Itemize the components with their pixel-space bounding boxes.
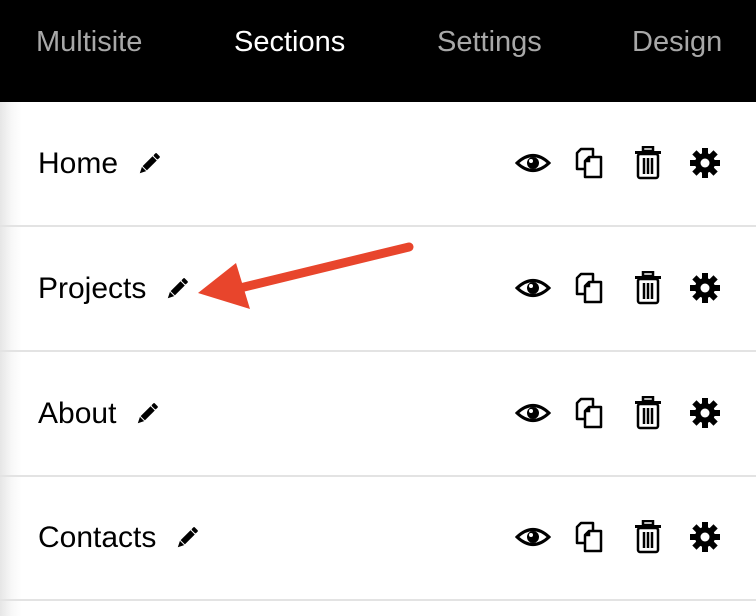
pencil-icon[interactable] xyxy=(135,150,163,178)
trash-icon[interactable] xyxy=(630,146,666,180)
section-title-wrap: Projects xyxy=(38,269,191,309)
gear-icon[interactable] xyxy=(687,396,723,430)
eye-icon[interactable] xyxy=(515,146,551,180)
section-name: Projects xyxy=(38,272,147,305)
section-title-wrap: Contacts xyxy=(38,518,201,558)
pencil-icon[interactable] xyxy=(133,400,161,428)
section-name: Home xyxy=(38,147,119,180)
section-name: Contacts xyxy=(38,521,157,554)
copy-icon[interactable] xyxy=(573,520,609,554)
copy-icon[interactable] xyxy=(573,271,609,305)
pencil-icon[interactable] xyxy=(173,524,201,552)
trash-icon[interactable] xyxy=(630,271,666,305)
tab-design[interactable]: Design xyxy=(632,22,722,62)
eye-icon[interactable] xyxy=(515,271,551,305)
section-title-wrap: Home xyxy=(38,144,163,184)
copy-icon[interactable] xyxy=(573,396,609,430)
section-title-wrap: About xyxy=(38,394,161,434)
copy-icon[interactable] xyxy=(573,146,609,180)
sections-list: Home Projects About Contacts xyxy=(0,102,756,616)
pencil-icon[interactable] xyxy=(163,275,191,303)
eye-icon[interactable] xyxy=(515,396,551,430)
section-row-home: Home xyxy=(0,102,756,227)
section-row-contacts: Contacts xyxy=(0,476,756,601)
tab-sections[interactable]: Sections xyxy=(234,22,345,62)
section-row-about: About xyxy=(0,352,756,477)
gear-icon[interactable] xyxy=(687,146,723,180)
trash-icon[interactable] xyxy=(630,520,666,554)
tab-settings[interactable]: Settings xyxy=(437,22,542,62)
section-row-projects: Projects xyxy=(0,227,756,352)
gear-icon[interactable] xyxy=(687,520,723,554)
eye-icon[interactable] xyxy=(515,520,551,554)
top-nav-bar: Multisite Sections Settings Design xyxy=(0,0,756,102)
section-name: About xyxy=(38,397,117,430)
trash-icon[interactable] xyxy=(630,396,666,430)
tab-multisite[interactable]: Multisite xyxy=(36,22,142,62)
gear-icon[interactable] xyxy=(687,271,723,305)
